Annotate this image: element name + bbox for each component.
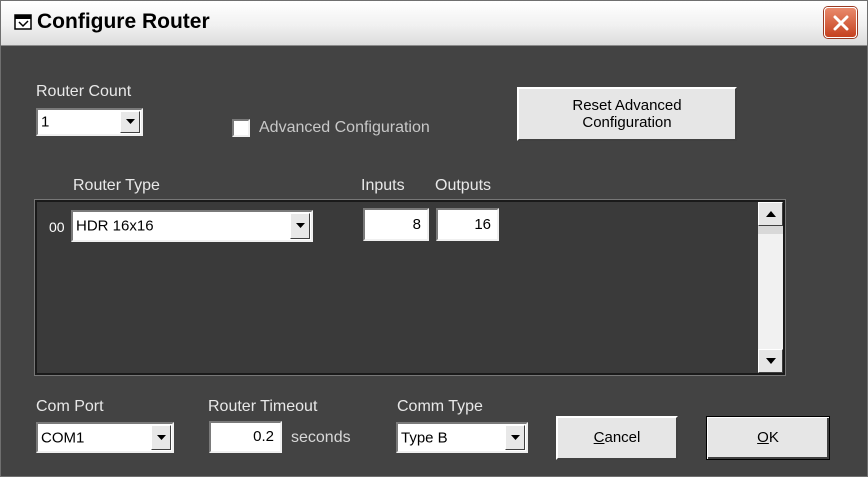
- router-type-select[interactable]: HDR 16x16: [71, 210, 313, 242]
- chevron-down-icon: [511, 434, 520, 440]
- router-count-label: Router Count: [36, 83, 132, 100]
- com-port-value: COM1: [41, 429, 85, 446]
- cancel-label: ancel: [604, 429, 641, 447]
- router-type-value: HDR 16x16: [76, 217, 154, 235]
- router-count-select[interactable]: 1: [36, 108, 143, 136]
- chevron-down-icon: [296, 223, 305, 228]
- reset-button-line2: Configuration: [582, 114, 672, 131]
- comm-type-label: Comm Type: [397, 398, 483, 415]
- router-list-scrollbar[interactable]: [758, 202, 783, 373]
- comm-type-select[interactable]: Type B: [396, 422, 528, 453]
- close-button[interactable]: [824, 7, 857, 38]
- router-type-dropdown-button[interactable]: [290, 213, 310, 239]
- router-timeout-field[interactable]: 0.2: [209, 421, 282, 453]
- scroll-down-icon: [766, 358, 776, 364]
- scroll-down-button[interactable]: [758, 349, 783, 373]
- cancel-hotkey: C: [593, 429, 605, 447]
- cancel-button[interactable]: Cancel: [556, 416, 678, 460]
- chevron-down-icon: [126, 119, 135, 124]
- ok-hotkey: O: [757, 429, 769, 447]
- router-row-index: 00: [49, 219, 65, 235]
- scroll-thumb[interactable]: [758, 226, 783, 234]
- router-count-dropdown-button[interactable]: [120, 111, 140, 133]
- inputs-field[interactable]: 8: [363, 208, 429, 241]
- chevron-down-icon: [157, 434, 166, 440]
- com-port-label: Com Port: [36, 398, 104, 415]
- ok-button[interactable]: OK: [706, 416, 830, 460]
- reset-advanced-configuration-button[interactable]: Reset Advanced Configuration: [517, 87, 737, 141]
- title-bar[interactable]: Configure Router: [1, 1, 867, 46]
- configure-router-dialog: Configure Router Router Count 1 Advanced…: [0, 0, 868, 477]
- router-timeout-unit: seconds: [291, 429, 351, 446]
- scroll-up-button[interactable]: [758, 202, 783, 226]
- close-icon: [833, 15, 849, 31]
- advanced-configuration-checkbox[interactable]: [232, 119, 250, 137]
- outputs-header: Outputs: [435, 177, 492, 194]
- router-timeout-label: Router Timeout: [208, 398, 318, 415]
- com-port-dropdown-button[interactable]: [151, 425, 171, 450]
- inputs-header: Inputs: [361, 177, 405, 194]
- window-title: Configure Router: [37, 10, 210, 33]
- outputs-field[interactable]: 16: [436, 208, 499, 241]
- advanced-configuration-label[interactable]: Advanced Configuration: [259, 119, 430, 137]
- router-type-header: Router Type: [73, 177, 160, 194]
- comm-type-value: Type B: [401, 429, 448, 446]
- scroll-up-icon: [766, 211, 776, 217]
- reset-button-line1: Reset Advanced: [572, 96, 682, 114]
- ok-label: K: [768, 429, 779, 447]
- com-port-select[interactable]: COM1: [36, 422, 174, 453]
- window-app-icon: [14, 14, 32, 30]
- router-count-value: 1: [41, 113, 50, 131]
- comm-type-dropdown-button[interactable]: [505, 425, 525, 450]
